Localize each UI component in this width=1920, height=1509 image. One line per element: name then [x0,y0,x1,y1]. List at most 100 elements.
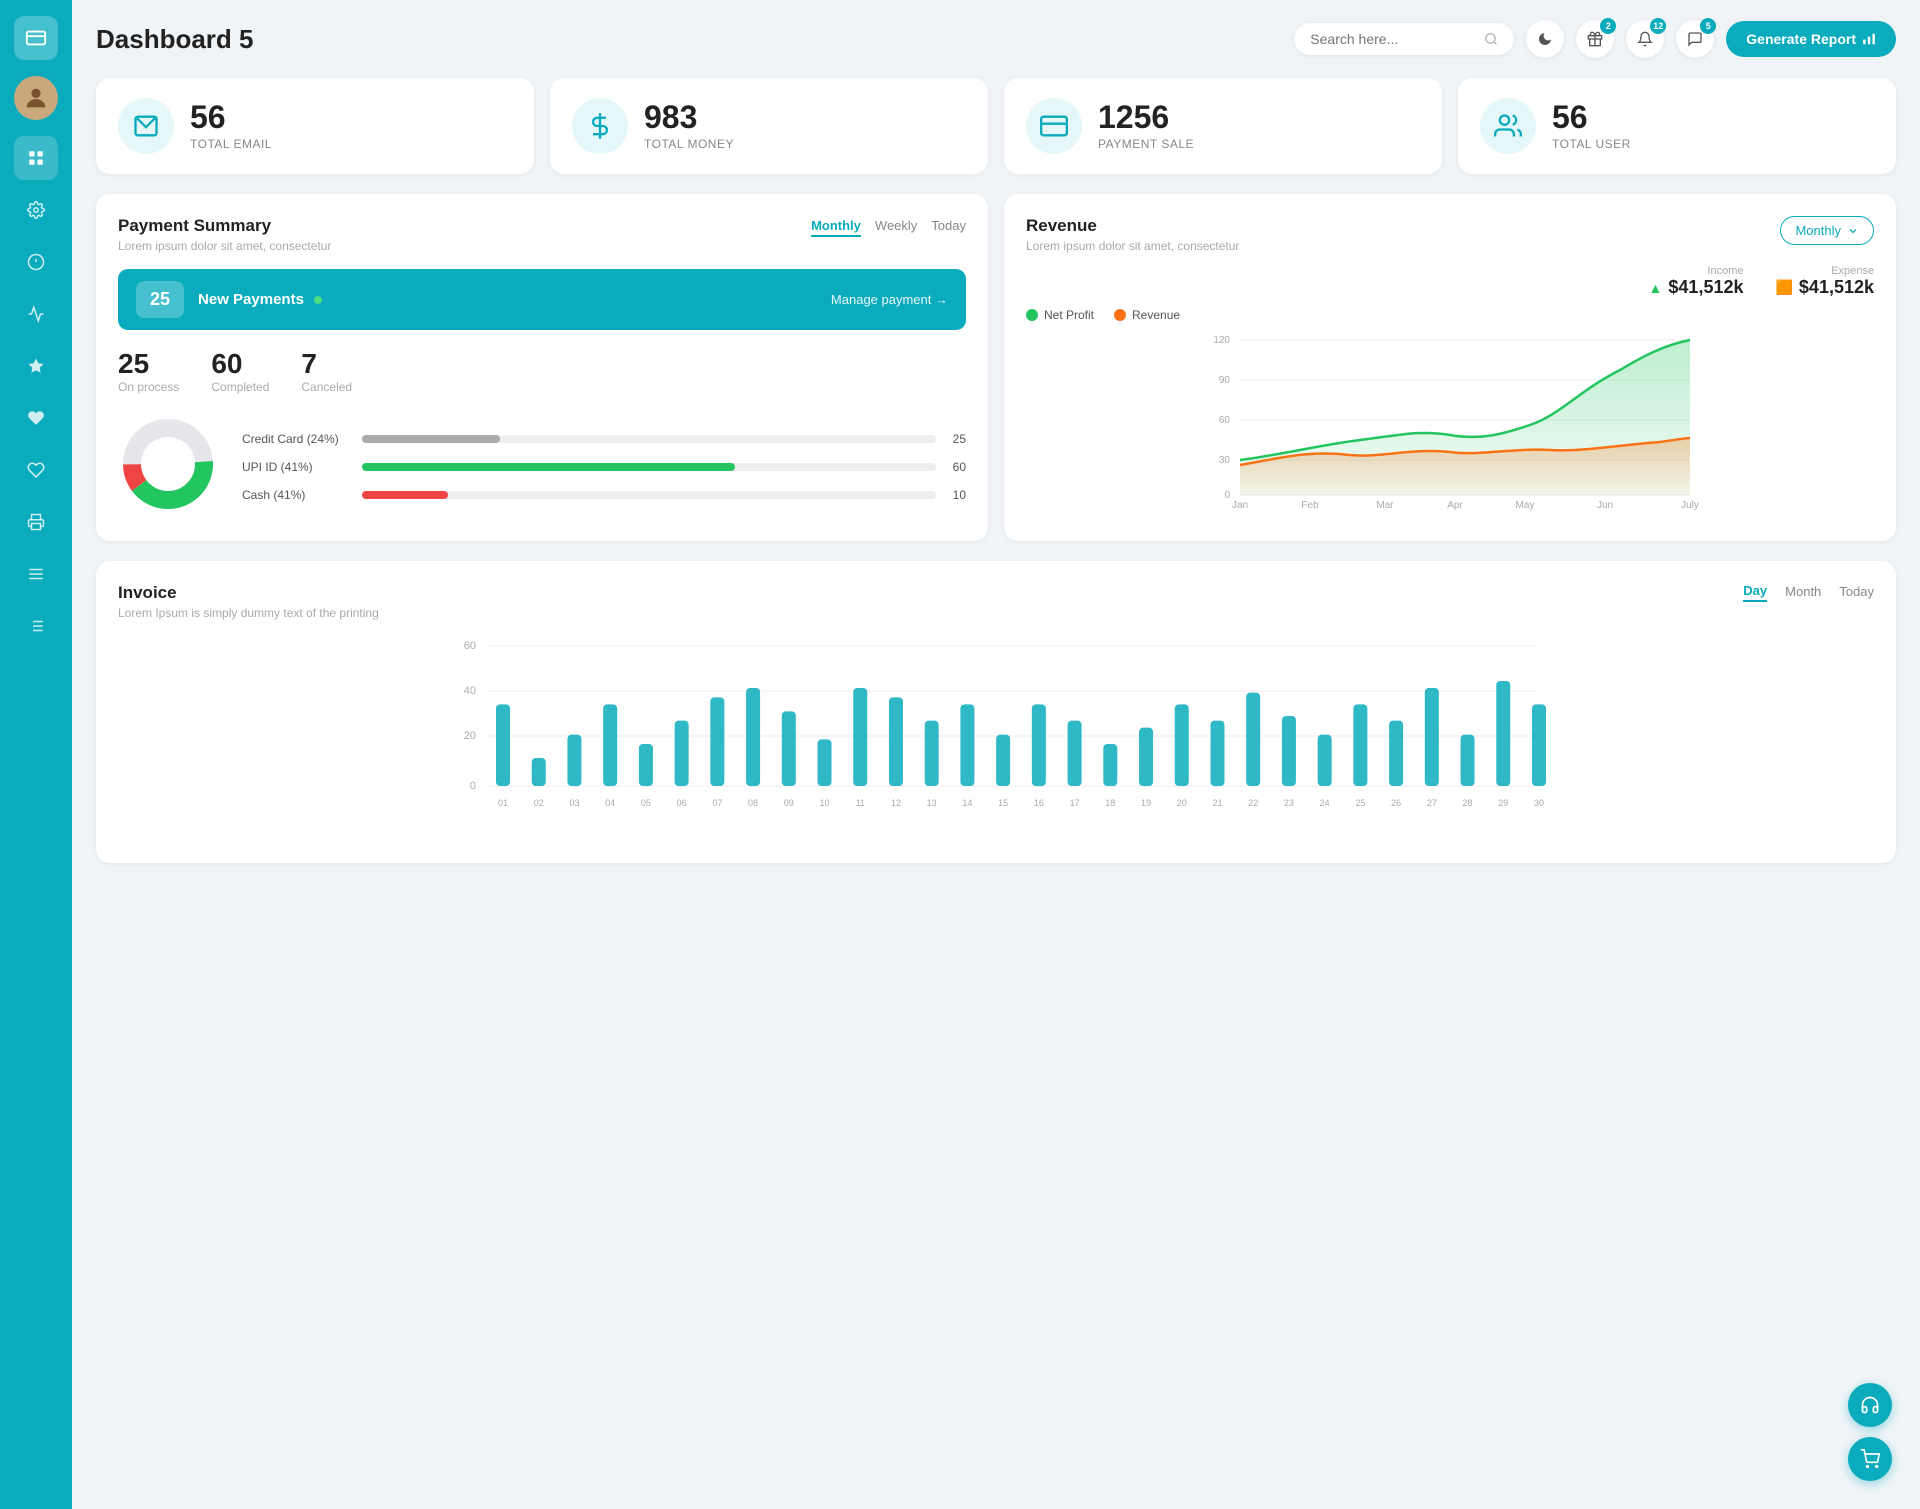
payment-tab-group: Monthly Weekly Today [811,216,966,237]
svg-text:23: 23 [1284,798,1294,808]
svg-text:July: July [1681,500,1699,511]
svg-text:11: 11 [856,798,865,808]
bar-12[interactable] [925,721,939,786]
stat-label-payment: PAYMENT SALE [1098,137,1194,151]
bar-25[interactable] [1389,721,1403,786]
bar-24[interactable] [1353,704,1367,786]
bar-26[interactable] [1425,688,1439,786]
invoice-card: Invoice Lorem Ipsum is simply dummy text… [96,561,1896,863]
svg-text:01: 01 [498,798,508,808]
sidebar-item-dashboard[interactable] [14,136,58,180]
sidebar-item-settings[interactable] [14,188,58,232]
sidebar-item-star[interactable] [14,344,58,388]
bar-27[interactable] [1461,735,1475,786]
bar-29[interactable] [1532,704,1546,786]
bar-20[interactable] [1210,721,1224,786]
metric-onprocess: 25 On process [118,348,179,394]
progress-bar-bg-cc [362,435,936,443]
bar-11[interactable] [889,697,903,786]
user-icon [1480,98,1536,154]
progress-item-upi: UPI ID (41%) 60 [242,460,966,474]
bar-16[interactable] [1068,721,1082,786]
dark-mode-btn[interactable] [1526,20,1564,58]
bar-13[interactable] [960,704,974,786]
stat-card-money: 983 TOTAL MONEY [550,78,988,174]
bar-5[interactable] [675,721,689,786]
sidebar-item-menu[interactable] [14,552,58,596]
sidebar-item-info[interactable] [14,240,58,284]
bar-0[interactable] [496,704,510,786]
bar-2[interactable] [567,735,581,786]
bar-8[interactable] [782,711,796,786]
bar-19[interactable] [1175,704,1189,786]
stat-label-user: TOTAL USER [1552,137,1631,151]
cart-btn[interactable] [1848,1437,1892,1481]
bar-18[interactable] [1139,728,1153,786]
svg-text:21: 21 [1212,798,1222,808]
invoice-tab-month[interactable]: Month [1785,584,1821,601]
svg-text:Jun: Jun [1597,500,1613,511]
tab-monthly[interactable]: Monthly [811,216,861,237]
invoice-tab-day[interactable]: Day [1743,583,1767,602]
stats-grid: 56 TOTAL EMAIL 983 TOTAL MONEY 1256 PAYM… [96,78,1896,174]
svg-text:07: 07 [712,798,722,808]
sidebar-item-favorites[interactable] [14,396,58,440]
bar-21[interactable] [1246,693,1260,786]
bar-22[interactable] [1282,716,1296,786]
active-dot [314,296,322,304]
bar-17[interactable] [1103,744,1117,786]
svg-text:13: 13 [927,798,937,808]
bar-1[interactable] [532,758,546,786]
monthly-dropdown[interactable]: Monthly [1780,216,1874,245]
gift-badge: 2 [1600,18,1616,34]
generate-report-button[interactable]: Generate Report [1726,21,1896,57]
bar-14[interactable] [996,735,1010,786]
sidebar-item-analytics[interactable] [14,292,58,336]
bar-3[interactable] [603,704,617,786]
bar-chart-icon [1862,32,1876,46]
sidebar-item-favorites2[interactable] [14,448,58,492]
svg-text:10: 10 [820,798,830,808]
stat-info-email: 56 TOTAL EMAIL [190,101,272,151]
tab-weekly[interactable]: Weekly [875,216,917,237]
bar-6[interactable] [710,697,724,786]
search-box[interactable] [1294,23,1514,55]
support-btn[interactable] [1848,1383,1892,1427]
svg-text:30: 30 [1219,455,1231,466]
progress-bar-fill-cash [362,491,448,499]
search-input[interactable] [1310,31,1476,47]
headset-icon [1860,1395,1880,1415]
svg-text:03: 03 [569,798,579,808]
avatar[interactable] [14,76,58,120]
svg-text:02: 02 [534,798,544,808]
svg-text:18: 18 [1105,798,1115,808]
bar-4[interactable] [639,744,653,786]
message-btn[interactable]: 5 [1676,20,1714,58]
revenue-card: Revenue Lorem ipsum dolor sit amet, cons… [1004,194,1896,541]
svg-text:06: 06 [677,798,687,808]
bar-28[interactable] [1496,681,1510,786]
notification-btn[interactable]: 12 [1626,20,1664,58]
sidebar-logo[interactable] [14,16,58,60]
sidebar-item-list[interactable] [14,604,58,648]
stat-label-email: TOTAL EMAIL [190,137,272,151]
bar-23[interactable] [1318,735,1332,786]
invoice-header: Invoice Lorem Ipsum is simply dummy text… [118,583,1874,620]
metrics-row: 25 On process 60 Completed 7 Canceled [118,348,966,394]
legend-row: Net Profit Revenue [1026,308,1874,322]
manage-payment-link[interactable]: Manage payment → [831,292,948,307]
bar-15[interactable] [1032,704,1046,786]
bar-10[interactable] [853,688,867,786]
moon-icon [1537,31,1553,47]
svg-text:90: 90 [1219,375,1231,386]
bar-7[interactable] [746,688,760,786]
gift-btn[interactable]: 2 [1576,20,1614,58]
bar-9[interactable] [818,739,832,786]
svg-text:60: 60 [1219,415,1231,426]
sidebar-item-print[interactable] [14,500,58,544]
revenue-subtitle: Lorem ipsum dolor sit amet, consectetur [1026,239,1239,253]
tab-today[interactable]: Today [931,216,966,237]
income-item: Income ▲ $41,512k [1649,265,1744,298]
progress-item-creditcard: Credit Card (24%) 25 [242,432,966,446]
invoice-tab-today[interactable]: Today [1839,584,1874,601]
